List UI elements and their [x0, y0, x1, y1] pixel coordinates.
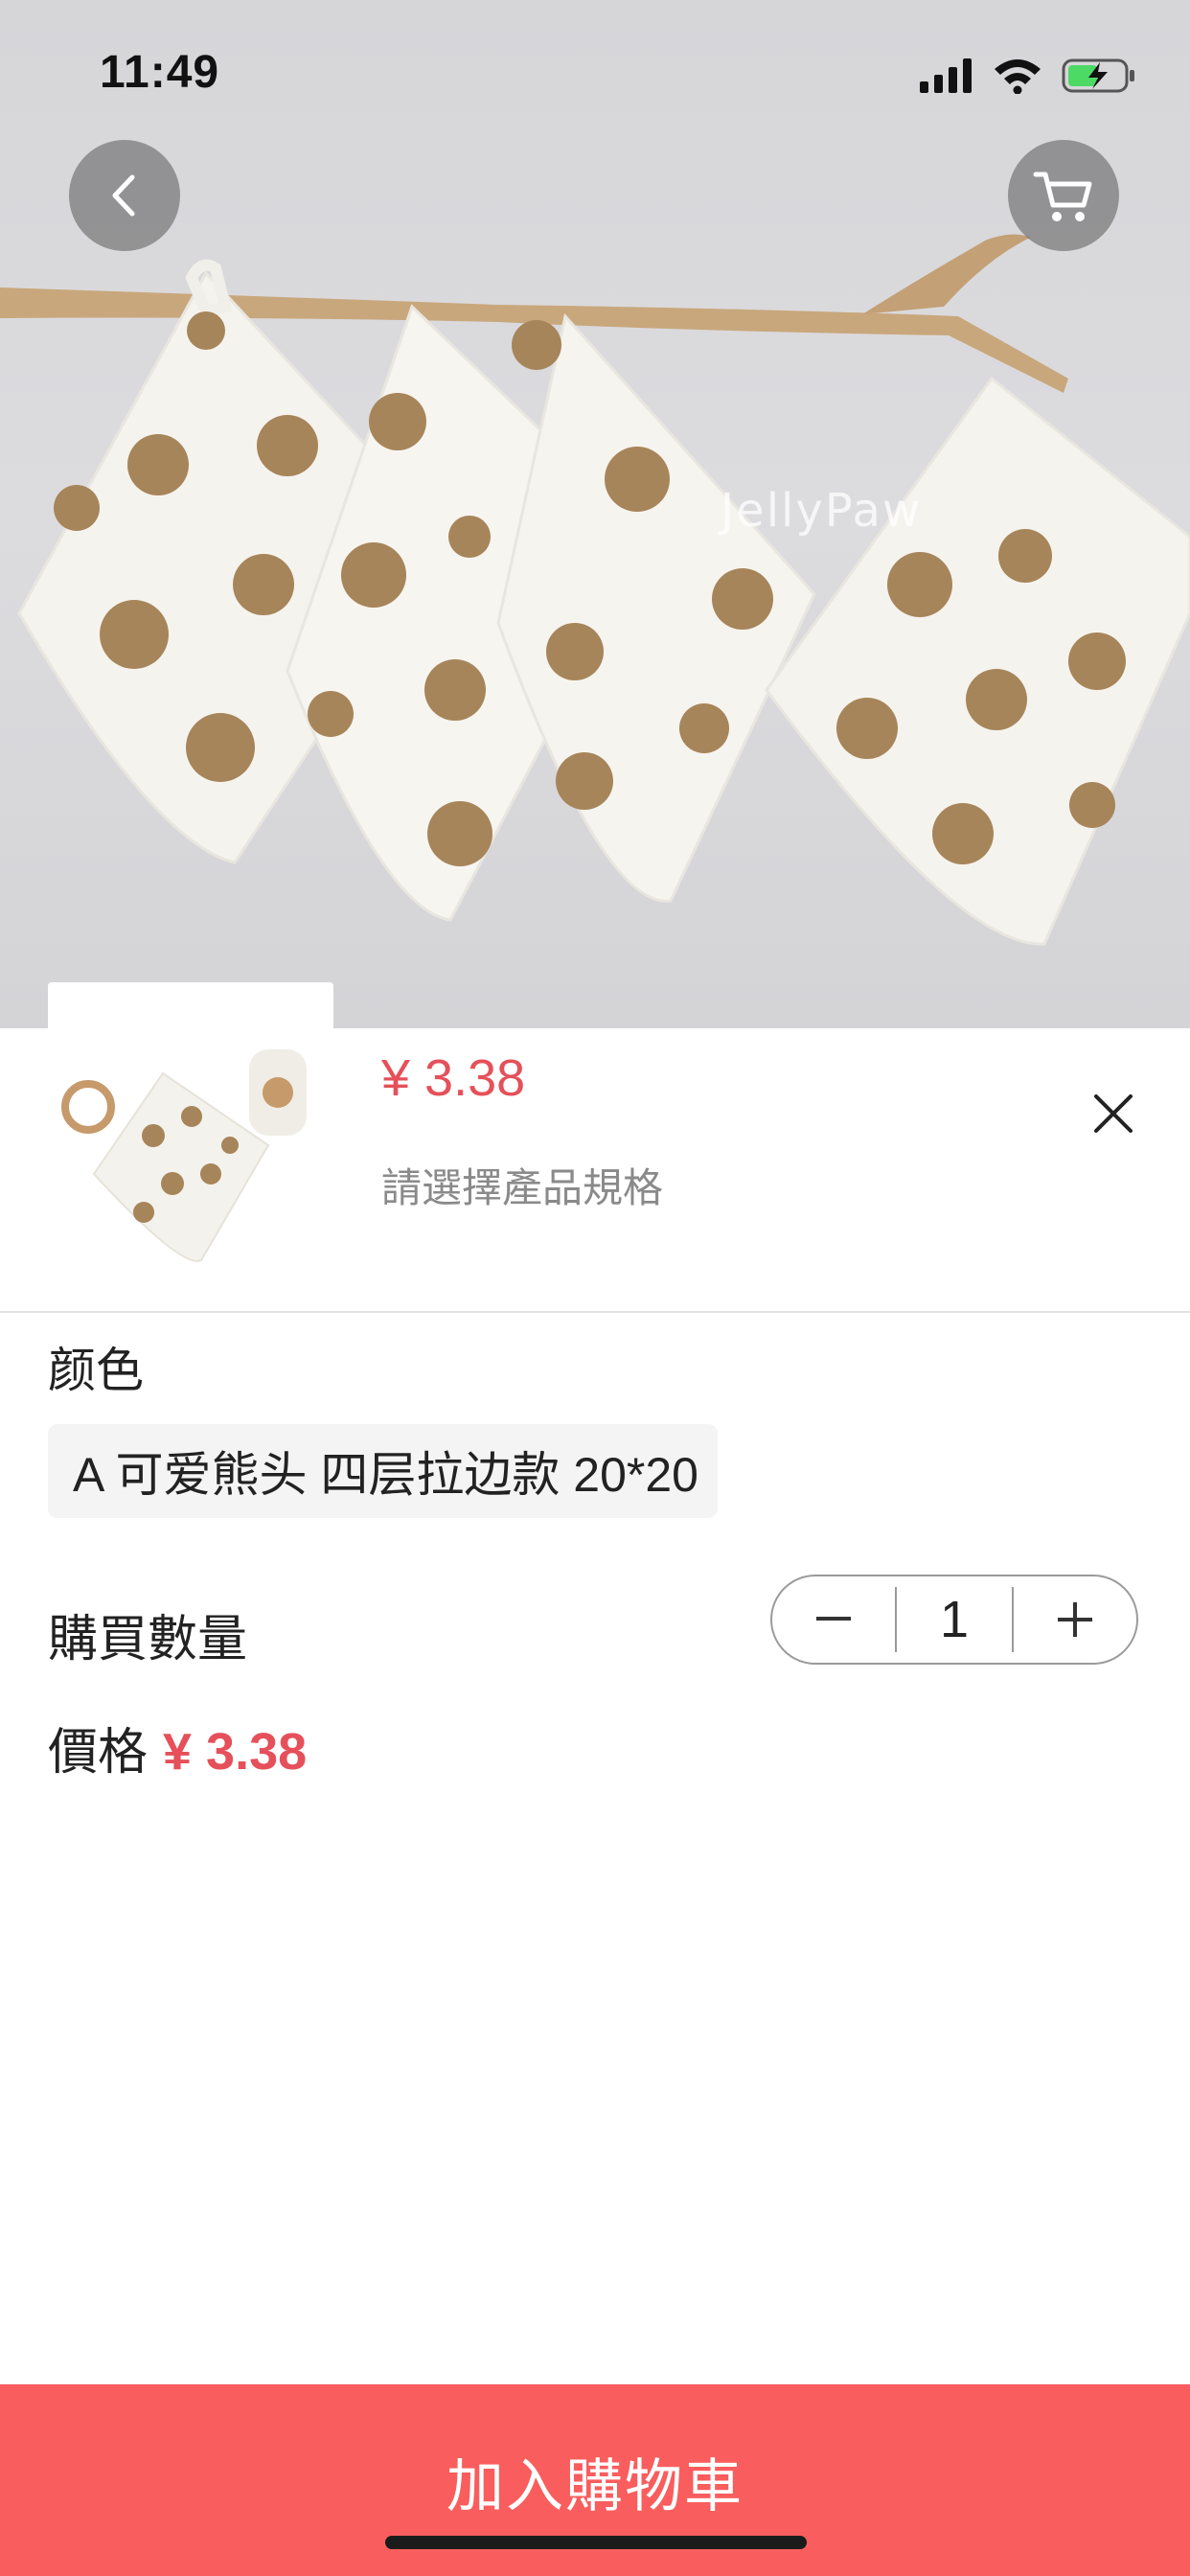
- color-option-label: A 可爱熊头 四层拉边款 20*20: [73, 1448, 698, 1502]
- status-bar: 11:49: [0, 0, 1190, 144]
- close-button[interactable]: [1081, 1081, 1146, 1146]
- close-icon: [1094, 1094, 1133, 1133]
- product-photo: 11:49 JellyPaw: [0, 0, 1190, 1028]
- signal-icon: [920, 58, 972, 93]
- color-section-label: 颜色: [48, 1344, 144, 1397]
- plus-icon: [1058, 1602, 1092, 1637]
- total-price-label: 價格: [48, 1725, 149, 1781]
- battery-charging-icon: [1062, 58, 1134, 93]
- home-indicator: [385, 2536, 807, 2549]
- wifi-icon: [995, 59, 1041, 94]
- quantity-label: 購買數量: [48, 1612, 248, 1668]
- decrease-quantity-button[interactable]: [772, 1576, 895, 1663]
- spec-hint: 請選擇產品規格: [381, 1165, 664, 1210]
- add-to-cart-label: 加入購物車: [446, 2454, 744, 2518]
- minus-icon: [816, 1617, 851, 1621]
- quantity-value[interactable]: 1: [897, 1590, 1012, 1649]
- sheet-divider: [0, 1311, 1190, 1313]
- product-thumbnail-image: [48, 982, 333, 1268]
- watermark: JellyPaw: [721, 484, 923, 538]
- status-icons: [920, 52, 1136, 100]
- increase-quantity-button[interactable]: [1014, 1576, 1136, 1663]
- back-button[interactable]: [69, 140, 180, 251]
- quantity-stepper[interactable]: 1: [770, 1575, 1138, 1665]
- cart-button[interactable]: [1008, 140, 1119, 251]
- towel-scene-illustration: [0, 234, 1190, 946]
- shopping-cart-icon: [1033, 172, 1092, 221]
- color-option-chip[interactable]: A 可爱熊头 四层拉边款 20*20: [48, 1424, 718, 1518]
- status-time: 11:49: [100, 47, 220, 98]
- total-price-row: 價格 ¥ 3.38: [48, 1712, 307, 1783]
- product-thumbnail: [48, 982, 333, 1268]
- total-price-value: ¥ 3.38: [163, 1723, 308, 1781]
- chevron-left-icon: [112, 174, 135, 217]
- selected-price: ¥ 3.38: [381, 1049, 526, 1107]
